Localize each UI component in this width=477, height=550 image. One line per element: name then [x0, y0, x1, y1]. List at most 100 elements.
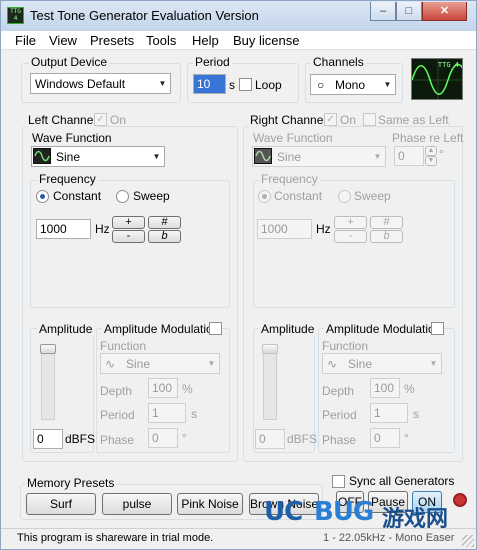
left-wave-function-value: Sine — [56, 150, 81, 164]
left-wave-function-select[interactable]: Sine ▼ — [31, 146, 165, 167]
phase-re-left-unit: ° — [439, 147, 444, 161]
same-as-left-checkbox[interactable] — [363, 113, 376, 126]
chevron-down-icon: ▼ — [429, 359, 438, 368]
sync-all-checkbox[interactable] — [332, 475, 345, 488]
right-wave-function-label: Wave Function — [253, 131, 333, 145]
right-amplitude-slider-thumb[interactable] — [262, 344, 278, 354]
preset-pulse-button[interactable]: pulse — [102, 493, 172, 515]
output-device-legend: Output Device — [29, 55, 110, 69]
resize-grip-icon[interactable] — [462, 535, 474, 547]
sync-all-label: Sync all Generators — [349, 474, 455, 488]
right-sharp-button[interactable]: # — [370, 216, 403, 229]
left-frequency-unit: Hz — [95, 222, 110, 236]
right-on-label: On — [340, 113, 357, 127]
left-sweep-radio[interactable] — [116, 190, 129, 203]
loop-label: Loop — [255, 78, 282, 92]
menu-file[interactable]: File — [15, 33, 36, 48]
right-flat-button[interactable]: b — [370, 230, 403, 243]
left-sharp-button[interactable]: # — [148, 216, 181, 229]
right-channel-label: Right Channel — [248, 113, 329, 127]
title-bar[interactable]: TTG 4 Test Tone Generator Evaluation Vers… — [1, 1, 476, 31]
right-on-checkbox[interactable]: ✓ — [324, 113, 337, 126]
loop-checkbox[interactable] — [239, 78, 252, 91]
chevron-down-icon: ▼ — [383, 80, 392, 89]
right-frequency-legend: Frequency — [259, 172, 320, 186]
watermark-uc: UC — [264, 497, 303, 527]
preset-pink-noise-button[interactable]: Pink Noise — [177, 493, 243, 515]
left-am-checkbox[interactable] — [209, 322, 222, 335]
left-wave-function-label: Wave Function — [32, 131, 112, 145]
right-frequency-unit: Hz — [316, 222, 331, 236]
period-unit: s — [229, 78, 235, 92]
right-am-period-input[interactable]: 1 — [370, 403, 408, 423]
left-phase-input[interactable]: 0 — [148, 428, 178, 448]
menu-presets[interactable]: Presets — [90, 33, 134, 48]
left-phase-label: Phase — [100, 433, 135, 447]
period-input[interactable]: 10 — [193, 74, 226, 94]
left-amplitude-slider[interactable] — [41, 344, 55, 420]
left-depth-input[interactable]: 100 — [148, 378, 178, 398]
minimize-button[interactable]: – — [370, 2, 396, 21]
right-am-legend: Amplitude Modulation — [324, 322, 444, 336]
sine-wave-icon: ∿ — [327, 357, 338, 371]
maximize-button[interactable]: □ — [396, 2, 422, 21]
menu-view[interactable]: View — [49, 33, 77, 48]
right-amplitude-slider[interactable] — [263, 344, 277, 420]
close-button[interactable]: ✕ — [422, 2, 467, 21]
left-phase-unit: ° — [182, 431, 187, 445]
left-sweep-label: Sweep — [133, 189, 170, 203]
right-frequency-input[interactable]: 1000 — [257, 219, 312, 239]
app-icon: TTG 4 — [7, 7, 24, 24]
right-wave-function-select[interactable]: Sine ▼ — [252, 146, 386, 167]
chevron-down-icon: ▼ — [158, 79, 167, 88]
left-depth-label: Depth — [100, 384, 133, 398]
left-constant-label: Constant — [53, 189, 102, 203]
sine-wave-icon — [33, 148, 51, 164]
status-info: 1 - 22.05kHz - Mono Easer — [323, 532, 455, 544]
menu-bar: File View Presets Tools Help Buy license — [1, 31, 476, 50]
right-am-function-label: Function — [322, 339, 369, 353]
right-am-function-select[interactable]: ∿ Sine ▼ — [322, 353, 442, 374]
right-amplitude-input[interactable]: 0 — [255, 429, 285, 449]
memory-presets-legend: Memory Presets — [25, 476, 117, 490]
phase-re-left-up-button[interactable]: ▲ — [425, 146, 437, 156]
channels-select[interactable]: ○ Mono ▼ — [310, 74, 396, 95]
sine-wave-icon — [254, 148, 272, 164]
phase-re-left-input[interactable]: 0 — [394, 146, 424, 166]
preset-surf-button[interactable]: Surf — [26, 493, 96, 515]
left-frequency-input[interactable]: 1000 — [36, 219, 91, 239]
right-depth-label: Depth — [322, 384, 355, 398]
chevron-down-icon: ▼ — [373, 152, 382, 161]
left-on-checkbox[interactable]: ✓ — [94, 113, 107, 126]
right-depth-input[interactable]: 100 — [370, 378, 400, 398]
right-am-checkbox[interactable] — [431, 322, 444, 335]
left-amplitude-slider-thumb[interactable] — [40, 344, 56, 354]
output-device-select[interactable]: Windows Default ▼ — [30, 73, 171, 94]
left-flat-button[interactable]: b — [148, 230, 181, 243]
left-depth-unit: % — [182, 382, 193, 396]
menu-help[interactable]: Help — [192, 33, 219, 48]
menu-tools[interactable]: Tools — [146, 33, 176, 48]
left-am-period-input[interactable]: 1 — [148, 403, 186, 423]
chevron-down-icon: ▼ — [152, 152, 161, 161]
right-phase-input[interactable]: 0 — [370, 428, 400, 448]
right-freq-plus-button[interactable]: + — [334, 216, 367, 229]
right-sweep-radio[interactable] — [338, 190, 351, 203]
mono-icon: ○ — [317, 78, 325, 92]
menu-buy-license[interactable]: Buy license — [233, 33, 299, 48]
phase-re-left-label: Phase re Left — [392, 131, 464, 145]
left-freq-minus-button[interactable]: - — [112, 230, 145, 243]
left-amplitude-legend: Amplitude — [37, 322, 95, 336]
right-freq-minus-button[interactable]: - — [334, 230, 367, 243]
right-am-period-label: Period — [322, 408, 357, 422]
right-wave-function-value: Sine — [277, 150, 302, 164]
left-channel-label: Left Channel — [26, 113, 99, 127]
left-am-function-select[interactable]: ∿ Sine ▼ — [100, 353, 220, 374]
right-constant-radio[interactable] — [258, 190, 271, 203]
left-freq-plus-button[interactable]: + — [112, 216, 145, 229]
phase-re-left-down-button[interactable]: ▼ — [425, 156, 437, 166]
left-amplitude-unit: dBFS — [65, 432, 96, 446]
left-amplitude-input[interactable]: 0 — [33, 429, 63, 449]
left-am-period-label: Period — [100, 408, 135, 422]
left-constant-radio[interactable] — [36, 190, 49, 203]
